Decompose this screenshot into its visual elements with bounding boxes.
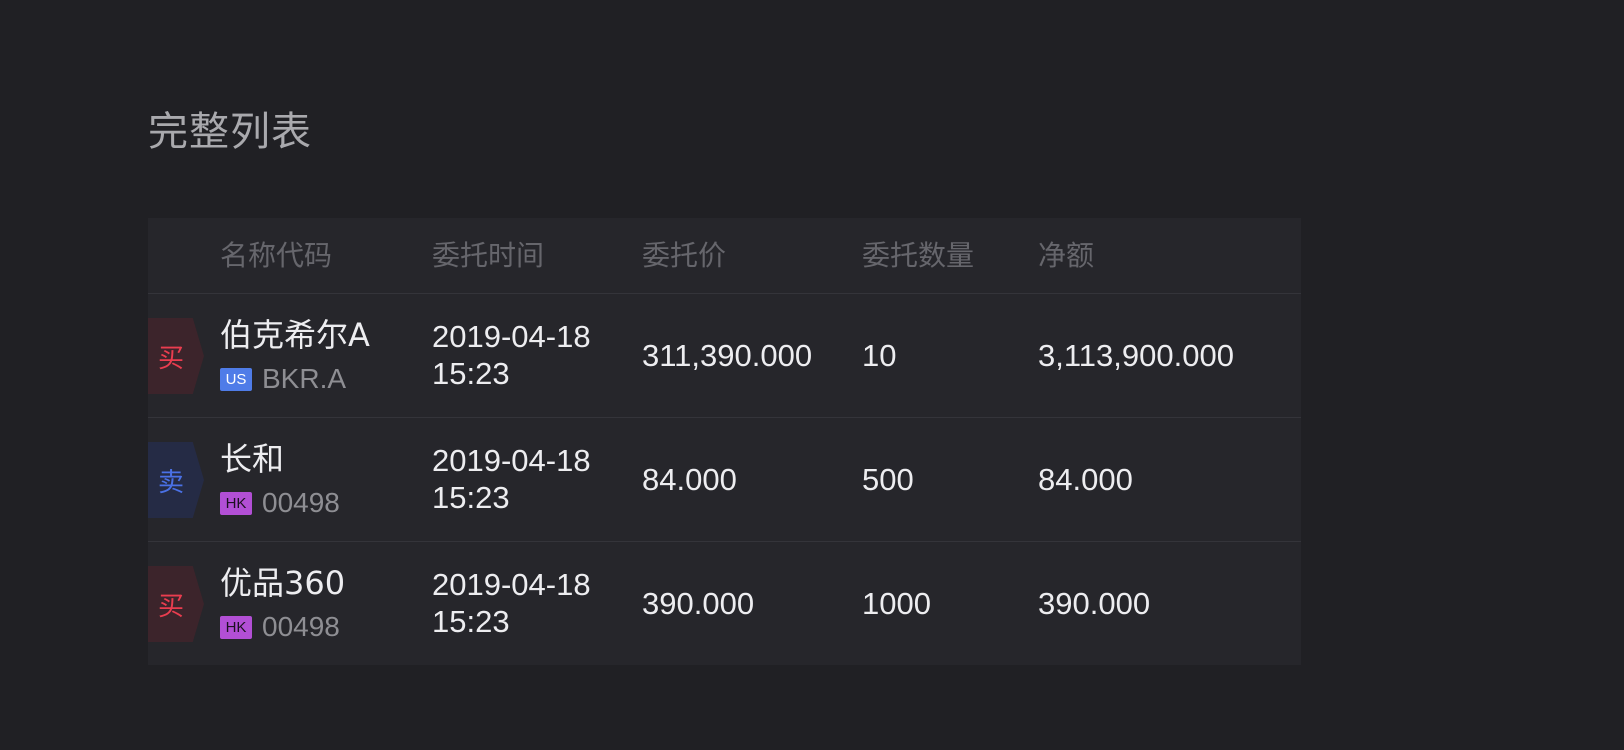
market-tag-us: US	[220, 367, 252, 391]
order-time-cell: 2019-04-18 15:23	[432, 442, 591, 516]
order-clock-time: 15:23	[432, 356, 510, 391]
net-amount: 3,113,900.000	[1038, 338, 1234, 373]
order-table: 名称代码 委托时间 委托价 委托数量 净额 买 伯克希尔A US BKR.A 2…	[148, 218, 1301, 665]
header-order-quantity: 委托数量	[862, 239, 975, 272]
market-tag-hk: HK	[220, 491, 252, 515]
stock-code-line: HK 00498	[220, 610, 420, 644]
header-net-amount: 净额	[1038, 239, 1095, 272]
order-time-cell: 2019-04-18 15:23	[432, 566, 591, 640]
header-name-code: 名称代码	[220, 239, 333, 272]
sell-side-badge: 卖	[148, 442, 204, 518]
order-date: 2019-04-18	[432, 443, 591, 478]
order-price: 311,390.000	[642, 338, 813, 373]
order-list-page: 完整列表 名称代码 委托时间 委托价 委托数量 净额 买 伯克希尔A US BK…	[0, 0, 1624, 750]
order-time-cell: 2019-04-18 15:23	[432, 318, 591, 392]
order-quantity: 500	[862, 462, 914, 497]
stock-code-line: HK 00498	[220, 486, 420, 520]
stock-code: BKR.A	[262, 363, 347, 394]
table-header: 名称代码 委托时间 委托价 委托数量 净额	[148, 218, 1301, 294]
header-order-time: 委托时间	[432, 239, 545, 272]
order-quantity: 10	[862, 338, 897, 373]
order-price: 390.000	[642, 586, 755, 621]
order-price: 84.000	[642, 462, 737, 497]
order-clock-time: 15:23	[432, 480, 510, 515]
name-code-cell: 伯克希尔A US BKR.A	[220, 314, 420, 396]
table-row[interactable]: 买 伯克希尔A US BKR.A 2019-04-18 15:23 311,39…	[148, 294, 1301, 418]
table-row[interactable]: 卖 长和 HK 00498 2019-04-18 15:23 84.000 50…	[148, 418, 1301, 542]
order-date: 2019-04-18	[432, 319, 591, 354]
stock-name: 长和	[220, 440, 285, 478]
order-clock-time: 15:23	[432, 604, 510, 639]
buy-side-badge: 买	[148, 566, 204, 642]
name-code-cell: 优品360 HK 00498	[220, 562, 420, 644]
name-code-cell: 长和 HK 00498	[220, 438, 420, 520]
stock-name: 伯克希尔A	[220, 316, 370, 354]
market-tag-hk: HK	[220, 615, 252, 639]
stock-code: 00498	[262, 611, 340, 642]
table-row[interactable]: 买 优品360 HK 00498 2019-04-18 15:23 390.00…	[148, 542, 1301, 665]
stock-name: 优品360	[220, 564, 346, 602]
buy-side-badge: 买	[148, 318, 204, 394]
stock-code-line: US BKR.A	[220, 362, 420, 396]
page-title: 完整列表	[148, 109, 312, 155]
stock-code: 00498	[262, 487, 340, 518]
net-amount: 390.000	[1038, 586, 1151, 621]
header-order-price: 委托价	[642, 239, 727, 272]
net-amount: 84.000	[1038, 462, 1133, 497]
order-date: 2019-04-18	[432, 567, 591, 602]
order-quantity: 1000	[862, 586, 931, 621]
